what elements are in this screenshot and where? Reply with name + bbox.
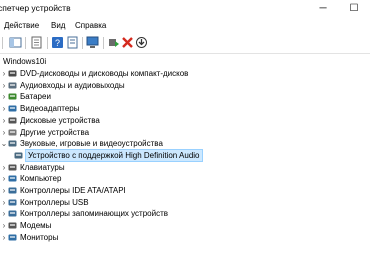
modem-icon: [8, 222, 17, 229]
tree-item-label: Дисковые устройства: [20, 115, 100, 125]
properties-list-icon[interactable]: [66, 36, 79, 49]
chevron-right-icon[interactable]: ›: [0, 232, 8, 243]
computer-scan-icon[interactable]: [86, 36, 99, 49]
tree-category[interactable]: › Контроллеры USB: [0, 197, 89, 208]
tree-category[interactable]: › Клавиатуры: [0, 162, 65, 173]
disk-icon: [8, 117, 17, 124]
tree-item-label: Батареи: [20, 92, 51, 102]
uninstall-icon[interactable]: [121, 36, 134, 49]
menu-help[interactable]: Справка: [75, 21, 106, 30]
tree-category[interactable]: › Батареи: [0, 91, 51, 102]
menu-view[interactable]: Вид: [51, 21, 65, 30]
unknown-device-icon: [8, 129, 17, 135]
tree-category[interactable]: › Контроллеры IDE ATA/ATAPI: [0, 185, 126, 196]
tree-item-label: Аудиовходы и аудиовыходы: [20, 80, 125, 90]
chevron-right-icon[interactable]: ›: [0, 127, 8, 138]
tree-category[interactable]: › Дисковые устройства: [0, 115, 100, 126]
chevron-down-icon[interactable]: ⌄: [0, 138, 8, 149]
tree-item-label: Звуковые, игровые и видеоустройства: [20, 139, 163, 149]
chevron-right-icon[interactable]: ›: [0, 103, 8, 114]
tree-category[interactable]: ⌄ Звуковые, игровые и видеоустройства: [0, 138, 163, 149]
chevron-right-icon[interactable]: ›: [0, 208, 8, 219]
chevron-right-icon[interactable]: ›: [0, 197, 8, 208]
menu-bar: Действие Вид Справка: [0, 18, 370, 33]
tree-category[interactable]: › Аудиовходы и аудиовыходы: [0, 80, 125, 91]
tree-item-label: Клавиатуры: [20, 162, 65, 172]
download-driver-icon[interactable]: [135, 36, 148, 49]
chevron-right-icon[interactable]: ›: [0, 173, 8, 184]
tree-item-label: Контроллеры USB: [20, 197, 89, 207]
enable-device-icon[interactable]: [107, 36, 120, 49]
tree-category[interactable]: › Мониторы: [0, 232, 59, 243]
tree-item-label: Видеоадаптеры: [20, 104, 80, 114]
audio-device-icon: [14, 152, 23, 159]
sound-icon: [8, 140, 17, 147]
maximize-button[interactable]: ☐: [341, 0, 367, 17]
chevron-right-icon[interactable]: ›: [0, 115, 8, 126]
ide-controller-icon: [8, 187, 17, 194]
tree-root[interactable]: Windows10i: [3, 56, 46, 67]
tree-item-label: Контроллеры запоминающих устройств: [20, 209, 168, 219]
usb-icon: [8, 199, 17, 206]
toolbar: ?: [0, 34, 370, 54]
tree-item-label: Другие устройства: [20, 127, 90, 137]
keyboard-icon: [8, 164, 17, 171]
tree-item-label: DVD-дисководы и дисководы компакт-дисков: [20, 69, 189, 78]
tree-item-label: Контроллеры IDE ATA/ATAPI: [20, 186, 126, 195]
chevron-right-icon[interactable]: ›: [0, 91, 8, 102]
tree-child-item[interactable]: Устройство с поддержкой High Definition …: [14, 148, 203, 162]
properties-icon[interactable]: [30, 36, 43, 49]
battery-icon: [8, 93, 17, 100]
menu-action[interactable]: Действие: [4, 21, 39, 30]
tree-category[interactable]: › Видеоадаптеры: [0, 103, 80, 114]
toolbar-separator: [82, 37, 83, 49]
toolbar-separator: [47, 37, 48, 49]
svg-text:?: ?: [55, 38, 60, 48]
chevron-right-icon[interactable]: ›: [0, 162, 8, 173]
chevron-right-icon[interactable]: ›: [0, 80, 8, 91]
monitor-icon: [8, 234, 17, 241]
title-bar: спетчер устройств ─ ☐: [0, 0, 370, 17]
dvd-icon: [8, 70, 17, 77]
minimize-button[interactable]: ─: [310, 0, 336, 17]
chevron-right-icon[interactable]: ›: [0, 68, 8, 79]
chevron-right-icon[interactable]: ›: [0, 220, 8, 231]
toolbar-separator: [103, 37, 104, 49]
window-title: спетчер устройств: [0, 3, 71, 13]
tree-category[interactable]: › Модемы: [0, 220, 52, 231]
tree-category[interactable]: › Контроллеры запоминающих устройств: [0, 208, 168, 219]
computer-name: Windows10i: [3, 57, 47, 66]
storage-controller-icon: [8, 210, 17, 217]
tree-item-label: Устройство с поддержкой High Definition …: [25, 148, 203, 162]
tree-category[interactable]: › DVD-дисководы и дисководы компакт-диско…: [0, 68, 189, 79]
tree-item-label: Мониторы: [20, 232, 59, 242]
device-tree: Windows10i › DVD-дисководы и дисководы ко…: [0, 55, 370, 260]
help-icon[interactable]: ?: [51, 36, 64, 49]
toolbar-separator: [2, 37, 3, 49]
computer-icon: [8, 175, 17, 182]
speaker-icon: [8, 82, 17, 89]
toolbar-separator: [25, 37, 26, 49]
tree-category[interactable]: › Другие устройства: [0, 127, 89, 138]
tree-item-label: Модемы: [20, 221, 52, 231]
display-adapter-icon: [8, 105, 17, 112]
chevron-right-icon[interactable]: ›: [0, 185, 8, 196]
console-tree-icon[interactable]: [9, 36, 22, 49]
tree-item-label: Компьютер: [20, 174, 62, 184]
tree-category[interactable]: › Компьютер: [0, 173, 62, 184]
